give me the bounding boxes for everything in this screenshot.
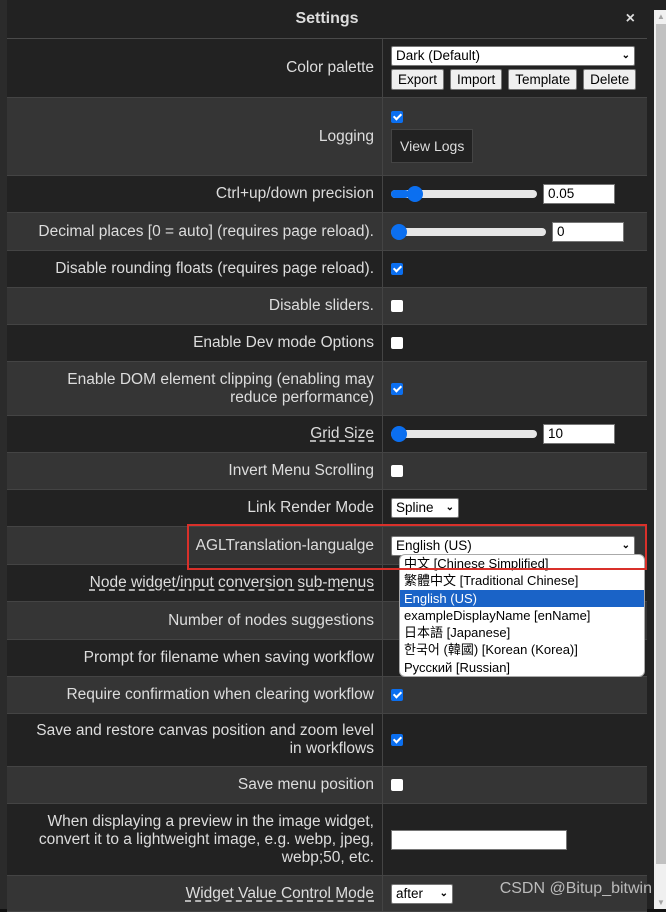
disable-rounding-checkbox[interactable] — [391, 263, 403, 275]
language-option[interactable]: exampleDisplayName [enName] — [400, 607, 644, 624]
chevron-down-icon: ⌄ — [439, 887, 448, 899]
import-button[interactable]: Import — [450, 69, 503, 90]
setting-row-invert-menu: Invert Menu Scrolling — [7, 453, 647, 490]
chevron-down-icon: ⌄ — [621, 539, 630, 551]
setting-row-color-palette: Color palette Dark (Default) ⌄ Export Imp… — [7, 39, 647, 98]
scrollbar[interactable]: ▲ ▼ — [654, 10, 666, 909]
scrollbar-thumb[interactable] — [656, 24, 666, 864]
scroll-up-arrow-icon[interactable]: ▲ — [657, 12, 665, 21]
setting-row-dev-mode: Enable Dev mode Options — [7, 325, 647, 362]
preview-format-input[interactable] — [391, 829, 567, 850]
scroll-down-arrow-icon[interactable]: ▼ — [657, 898, 665, 907]
setting-row-grid-size: Grid Size 10 — [7, 416, 647, 453]
setting-row-confirm-clear: Require confirmation when clearing workf… — [7, 677, 647, 714]
invert-menu-checkbox[interactable] — [391, 465, 403, 477]
dialog-title: Settings — [295, 10, 359, 27]
setting-row-dom-clipping: Enable DOM element clipping (enabling ma… — [7, 362, 647, 416]
setting-row-disable-sliders: Disable sliders. — [7, 288, 647, 325]
ctrl-precision-input[interactable]: 0.05 — [543, 184, 615, 204]
setting-row-decimal-places: Decimal places [0 = auto] (requires page… — [7, 213, 647, 251]
view-logs-button[interactable]: View Logs — [391, 128, 474, 163]
settings-dialog: Settings × Color palette Dark (Default) ⌄… — [0, 0, 666, 912]
dom-clipping-checkbox[interactable] — [391, 382, 403, 395]
agl-language-select[interactable]: English (US) ⌄ — [391, 535, 635, 556]
setting-label: Color palette — [7, 39, 383, 97]
watermark: CSDN @Bitup_bitwin — [499, 880, 652, 897]
language-option[interactable]: Русский [Russian] — [400, 659, 644, 676]
save-menu-position-checkbox[interactable] — [391, 779, 403, 791]
template-button[interactable]: Template — [508, 69, 578, 90]
confirm-clear-checkbox[interactable] — [391, 689, 403, 701]
dev-mode-checkbox[interactable] — [391, 337, 403, 349]
setting-row-disable-rounding: Disable rounding floats (requires page r… — [7, 251, 647, 288]
language-option[interactable]: 日本語 [Japanese] — [400, 624, 644, 641]
close-icon[interactable]: × — [626, 10, 635, 28]
agl-language-dropdown: 中文 [Chinese Simplified] 繁體中文 [Traditiona… — [399, 554, 645, 678]
setting-row-save-menu-position: Save menu position — [7, 767, 647, 804]
widget-control-mode-select[interactable]: after ⌄ — [391, 883, 453, 904]
color-palette-select[interactable]: Dark (Default) ⌄ — [391, 46, 635, 66]
language-option-selected[interactable]: English (US) — [400, 589, 644, 607]
setting-row-ctrl-precision: Ctrl+up/down precision 0.05 — [7, 176, 647, 213]
decimal-places-slider[interactable] — [391, 223, 546, 240]
link-render-select[interactable]: Spline ⌄ — [391, 498, 459, 518]
logging-checkbox[interactable] — [391, 110, 403, 123]
grid-size-slider[interactable] — [391, 426, 537, 442]
language-option[interactable]: 中文 [Chinese Simplified] — [400, 555, 644, 572]
delete-button[interactable]: Delete — [583, 69, 637, 90]
export-button[interactable]: Export — [391, 69, 445, 90]
language-option[interactable]: 한국어 (韓國) [Korean (Korea)] — [400, 641, 644, 658]
dialog-titlebar: Settings × — [7, 0, 647, 38]
disable-sliders-checkbox[interactable] — [391, 300, 403, 312]
chevron-down-icon: ⌄ — [445, 502, 454, 513]
setting-row-logging: Logging View Logs — [7, 98, 647, 176]
chevron-down-icon: ⌄ — [621, 50, 630, 61]
language-option[interactable]: 繁體中文 [Traditional Chinese] — [400, 572, 644, 589]
decimal-places-input[interactable]: 0 — [552, 221, 624, 242]
grid-size-input[interactable]: 10 — [543, 424, 615, 444]
save-canvas-checkbox[interactable] — [391, 734, 403, 746]
setting-row-save-canvas: Save and restore canvas position and zoo… — [7, 714, 647, 767]
settings-table: Color palette Dark (Default) ⌄ Export Imp… — [7, 38, 647, 912]
setting-row-preview-format: When displaying a preview in the image w… — [7, 804, 647, 876]
setting-row-link-render: Link Render Mode Spline ⌄ — [7, 490, 647, 527]
ctrl-precision-slider[interactable] — [391, 186, 537, 202]
